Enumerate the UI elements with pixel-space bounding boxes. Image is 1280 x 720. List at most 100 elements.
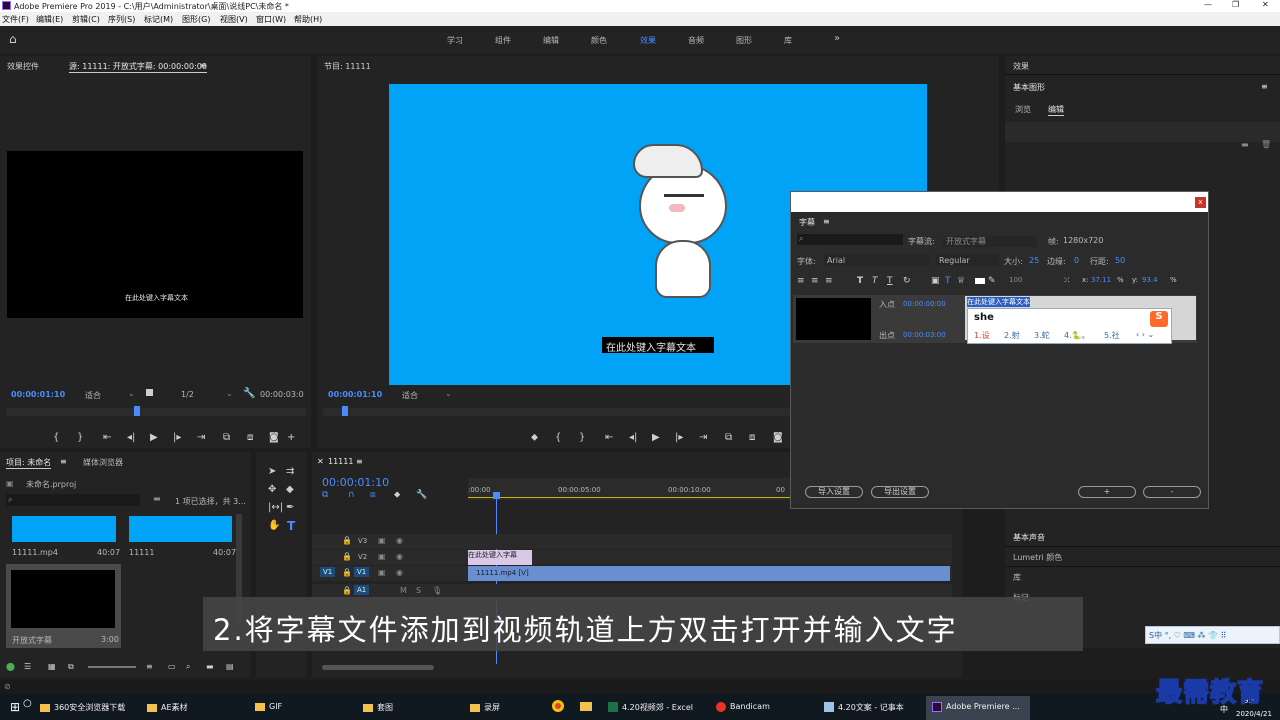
source-fit-chevron-icon[interactable]: ⌄ (128, 389, 135, 398)
source-ratio-select[interactable]: 1/2 (181, 390, 194, 399)
underline-icon[interactable]: T (887, 276, 893, 286)
folder-app-icon[interactable] (580, 702, 592, 711)
project-item-thumbnail[interactable] (129, 516, 232, 542)
program-caption-box[interactable]: 在此处键入字幕文本 (602, 337, 714, 354)
cortana-icon[interactable]: ○ (23, 698, 32, 709)
timeline-settings-icon[interactable]: 🔧 (416, 490, 427, 500)
align-right-icon[interactable]: ≡ (825, 276, 833, 286)
menu-edit[interactable]: 编辑(E) (36, 14, 63, 25)
project-item-selected[interactable]: 开放式字幕 3:00 (6, 564, 121, 648)
step-forward-icon[interactable]: |▸ (675, 432, 683, 443)
caption-clip[interactable]: 在此处键入字幕 (468, 550, 532, 565)
slip-tool-icon[interactable]: |↔| (268, 502, 283, 513)
source-playhead[interactable] (134, 406, 140, 416)
ime-candidate[interactable]: 3.蛇 (1034, 330, 1050, 341)
background-icon[interactable]: ▣ (931, 276, 940, 286)
list-view-icon[interactable]: ☰ (24, 662, 31, 671)
in-point-value[interactable]: 00:00:00:00 (903, 300, 946, 308)
bold-icon[interactable]: T (857, 276, 863, 286)
lock-icon[interactable]: 🔒 (342, 552, 352, 561)
captions-panel-tab[interactable]: 字幕 (799, 217, 815, 228)
project-item-thumbnail[interactable] (12, 516, 116, 542)
workspace-tab-learn[interactable]: 学习 (447, 35, 463, 46)
tab-program[interactable]: 节目: 11111 (324, 61, 371, 72)
workspace-tab-libraries[interactable]: 库 (784, 35, 792, 46)
font-select[interactable]: Arial (824, 254, 930, 266)
eye-icon[interactable]: ◉ (396, 552, 403, 561)
essential-graphics-tab[interactable]: 基本图形 (1013, 82, 1045, 93)
taskbar-item[interactable]: Bandicam (716, 702, 770, 712)
rotate-icon[interactable]: ↻ (903, 276, 911, 286)
lock-icon[interactable]: 🔒 (342, 586, 352, 595)
mark-out-icon[interactable]: } (579, 432, 585, 443)
workspace-tab-effects[interactable]: 效果 (640, 35, 656, 46)
source-ratio-chevron-icon[interactable]: ⌄ (226, 389, 233, 398)
project-tab[interactable]: 项目: 未命名 (6, 457, 52, 469)
source-wrench-icon[interactable]: 🔧 (243, 388, 255, 399)
tab-effect-controls[interactable]: 效果控件 (7, 61, 39, 72)
project-menu-icon[interactable]: ≡ (60, 457, 67, 466)
timeline-horizontal-scrollbar[interactable] (322, 665, 434, 670)
ime-candidate[interactable]: 5.社 (1104, 330, 1120, 341)
step-back-icon[interactable]: ◂| (127, 432, 135, 443)
ime-candidate[interactable]: 1.设 (974, 330, 990, 341)
timeline-close-icon[interactable]: ✕ (317, 457, 324, 466)
go-to-out-icon[interactable]: ⇥ (699, 432, 707, 443)
ime-candidate[interactable]: 2.射 (1004, 330, 1020, 341)
new-bin-icon[interactable]: ▬ (153, 494, 161, 503)
new-item-icon[interactable]: ▤ (226, 662, 234, 671)
export-frame-icon[interactable]: ◙ (269, 432, 279, 443)
automate-icon[interactable]: ▭ (168, 662, 176, 671)
captions-search-input[interactable]: ⌕ (797, 234, 903, 245)
go-to-in-icon[interactable]: ⇤ (103, 432, 111, 443)
program-playhead[interactable] (342, 406, 348, 416)
taskbar-item[interactable]: 套图 (363, 702, 393, 713)
program-fit-chevron-icon[interactable]: ⌄ (445, 389, 452, 398)
menu-help[interactable]: 帮助(H) (294, 14, 322, 25)
track-label[interactable]: V3 (358, 537, 367, 545)
libraries-panel[interactable]: 库 (1013, 572, 1021, 583)
snap-icon[interactable]: ∩ (348, 490, 355, 500)
timeline-sequence-tab[interactable]: 11111 (328, 457, 353, 466)
find-icon[interactable]: ⌕ (186, 662, 190, 672)
essential-sound-panel[interactable]: 基本声音 (1013, 532, 1045, 543)
stream-select[interactable]: 开放式字幕 (943, 236, 1037, 247)
eye-icon[interactable]: ◉ (396, 568, 403, 577)
source-fit-select[interactable]: 适合 (85, 390, 101, 401)
lock-icon[interactable]: 🔒 (342, 536, 352, 545)
program-fit-select[interactable]: 适合 (402, 390, 418, 401)
mark-in-icon[interactable]: { (53, 432, 59, 443)
home-icon[interactable]: ⌂ (9, 32, 17, 46)
go-to-in-icon[interactable]: ⇤ (605, 432, 613, 443)
workspace-tab-graphics[interactable]: 图形 (736, 35, 752, 46)
freeform-view-icon[interactable]: ⧉ (68, 662, 74, 672)
source-timecode[interactable]: 00:00:01:10 (11, 390, 65, 399)
tab-source[interactable]: 源: 11111: 开放式字幕: 00:00:00:00 (69, 61, 207, 73)
captions-menu-icon[interactable]: ≡ (823, 217, 830, 226)
italic-icon[interactable]: T (872, 276, 878, 286)
taskbar-item[interactable]: AE素材 (147, 702, 188, 713)
workspace-tab-color[interactable]: 颜色 (591, 35, 607, 46)
media-browser-tab[interactable]: 媒体浏览器 (83, 457, 123, 468)
text-color-icon[interactable]: T (945, 276, 951, 286)
source-panel-menu-icon[interactable]: ≡ (200, 61, 207, 70)
folder-icon[interactable]: ▬ (1241, 140, 1249, 149)
menu-file[interactable]: 文件(F) (2, 14, 29, 25)
size-value[interactable]: 25 (1029, 256, 1039, 265)
icon-view-icon[interactable]: ▦ (48, 662, 56, 671)
track-select-tool-icon[interactable]: ⇉ (286, 466, 294, 477)
workspace-tab-audio[interactable]: 音频 (688, 35, 704, 46)
toggle-output-icon[interactable]: ▣ (378, 568, 386, 577)
minimize-button[interactable]: — (1204, 0, 1212, 9)
razor-tool-icon[interactable]: ◆ (286, 484, 294, 495)
add-caption-button[interactable]: + (1078, 486, 1136, 498)
effects-panel-tab[interactable]: 效果 (1013, 61, 1029, 72)
video-clip[interactable]: 11111.mp4 [V] (468, 566, 950, 581)
align-center-icon[interactable]: ≡ (811, 276, 819, 286)
delete-icon[interactable]: 🗑 (1261, 140, 1271, 149)
ime-page-nav[interactable]: ‹ › ⌄ (1136, 330, 1154, 339)
linked-selection-icon[interactable]: ⧈ (370, 490, 376, 500)
menu-sequence[interactable]: 序列(S) (108, 14, 135, 25)
step-back-icon[interactable]: ◂| (629, 432, 637, 443)
style-select[interactable]: Regular (936, 254, 998, 266)
